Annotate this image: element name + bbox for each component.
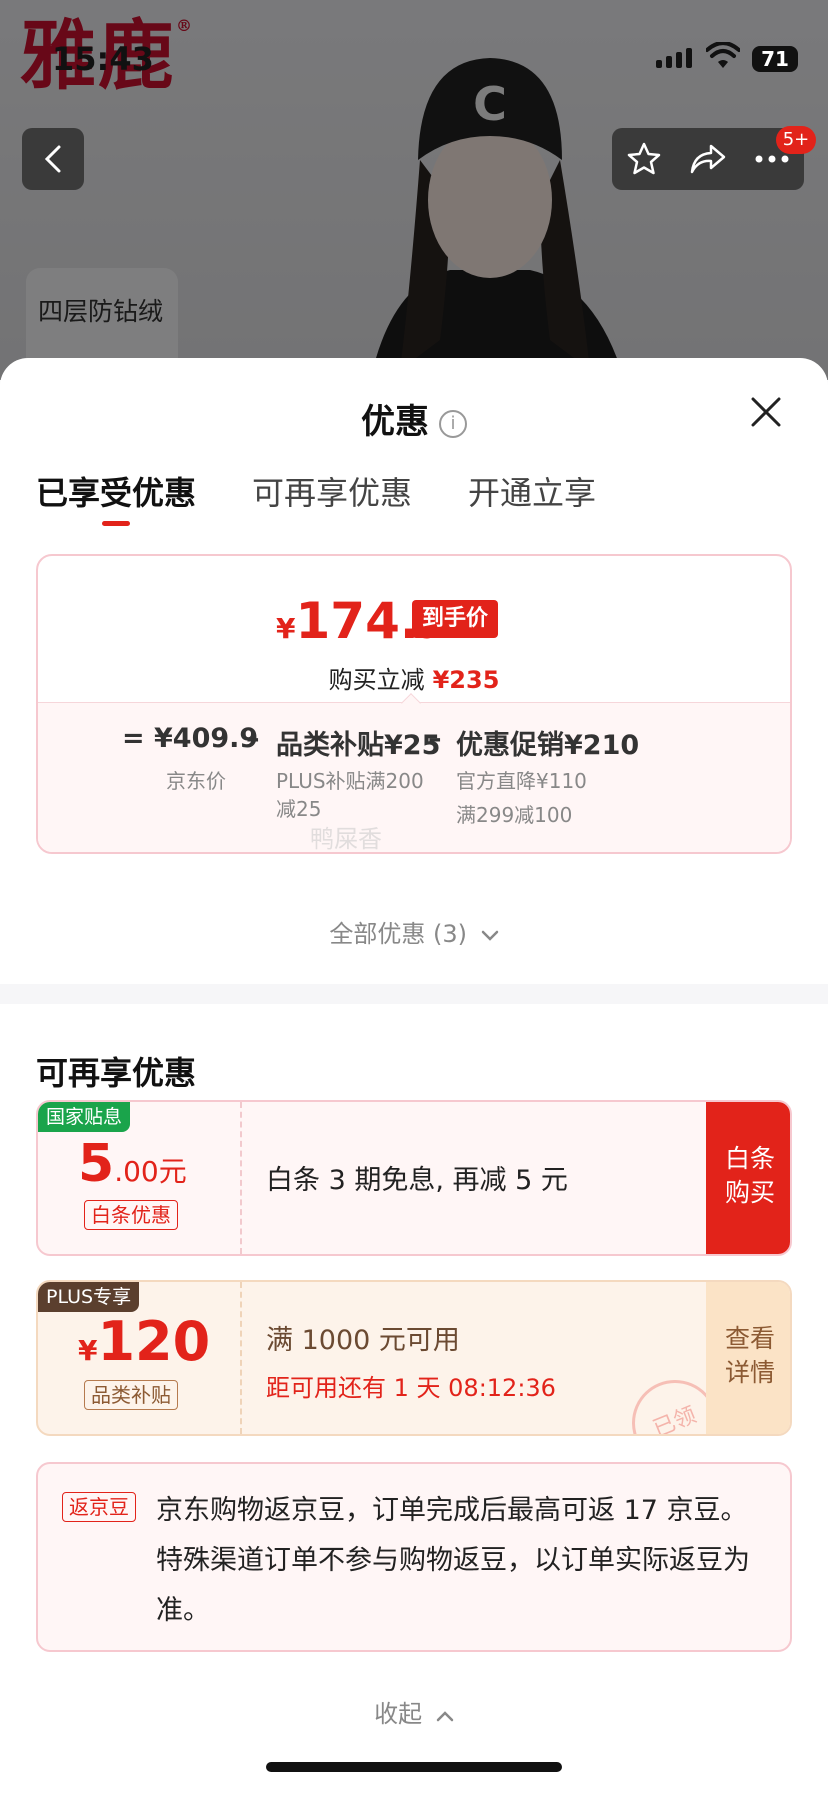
sheet-title-text: 优惠 — [361, 402, 429, 442]
tab-activate-offers[interactable]: 开通立享 — [468, 468, 596, 526]
final-price-tag: 到手价 — [412, 600, 499, 638]
offers-sheet: 优惠 i 已享受优惠 可再享优惠 开通立享 ¥174.9 到手价 购买立减¥235… — [0, 358, 828, 1793]
coupon-description: 白条 3 期免息, 再减 5 元 — [266, 1165, 568, 1196]
coupon-condition: 满 1000 元可用 — [266, 1325, 460, 1356]
chevron-left-icon — [44, 145, 61, 173]
all-offers-toggle[interactable]: 全部优惠 (3) — [0, 914, 828, 949]
coupon-corner-tag: 国家贴息 — [38, 1102, 131, 1132]
equals-sign: = — [122, 723, 145, 754]
status-bar: 15:43 71 — [0, 0, 828, 100]
coupon-corner-tag: PLUS专享 — [38, 1282, 140, 1312]
coupon-amount: ¥120 — [78, 1310, 211, 1373]
jd-bean-text: 京东购物返京豆，订单完成后最高可返 17 京豆。特殊渠道订单不参与购物返豆，以订… — [156, 1495, 750, 1626]
battery-icon: 71 — [752, 46, 798, 72]
category-subsidy: 品类补贴¥25 — [276, 730, 441, 761]
more-icon — [755, 155, 789, 163]
back-button[interactable] — [22, 128, 84, 190]
tab-more-offers[interactable]: 可再享优惠 — [252, 468, 412, 526]
star-icon — [627, 142, 661, 175]
minus-sign: – — [428, 723, 442, 754]
coupon-type-tag: 白条优惠 — [84, 1200, 178, 1230]
price-formula: = ¥409.9 – 品类补贴¥25 – 优惠促销¥210 京东价 PLUS补贴… — [38, 702, 790, 853]
coupon-card: PLUS专享 ¥120 品类补贴 满 1000 元可用 距可用还有 1 天 08… — [36, 1280, 792, 1436]
promotion-detail: 官方直降¥110 满299减100 — [456, 769, 587, 827]
chevron-up-icon — [436, 1711, 454, 1722]
home-indicator[interactable] — [266, 1762, 562, 1772]
chevron-down-icon — [481, 930, 498, 941]
close-icon[interactable] — [748, 394, 784, 430]
instant-reduction: 购买立减 ¥235 — [328, 666, 500, 694]
status-time: 15:43 — [52, 40, 154, 78]
price-breakdown-card: ¥174.9 到手价 购买立减¥235 = ¥409.9 – 品类补贴¥25 –… — [36, 554, 792, 854]
favorite-button[interactable] — [619, 134, 669, 184]
jd-bean-card: 返京豆 京东购物返京豆，订单完成后最高可返 17 京豆。特殊渠道订单不参与购物返… — [36, 1462, 792, 1652]
watermark: 鸭屎香 — [310, 825, 382, 853]
notification-badge: 5+ — [776, 126, 816, 154]
sheet-title: 优惠 i — [0, 394, 828, 443]
jd-bean-tag: 返京豆 — [62, 1492, 136, 1522]
collapse-button[interactable]: 收起 — [0, 1694, 828, 1729]
coupon-card: 国家贴息 5.00元 白条优惠 白条 3 期免息, 再减 5 元 白条 购买 — [36, 1100, 792, 1256]
share-button[interactable] — [683, 134, 733, 184]
coupon-countdown: 距可用还有 1 天 08:12:36 — [266, 1374, 556, 1402]
cell-signal-icon — [656, 48, 692, 68]
wifi-icon — [706, 42, 740, 68]
baitiao-buy-button[interactable]: 白条 购买 — [706, 1102, 790, 1254]
coupon-amount: 5.00元 — [78, 1134, 187, 1194]
share-icon — [690, 144, 726, 174]
promotion-discount: 优惠促销¥210 — [456, 730, 640, 761]
coupon-type-tag: 品类补贴 — [84, 1380, 178, 1410]
minus-sign: – — [246, 723, 260, 754]
coupon-separator — [240, 1282, 242, 1434]
tab-enjoyed-offers[interactable]: 已享受优惠 — [36, 468, 196, 526]
coupon-separator — [240, 1102, 242, 1254]
view-details-button[interactable]: 查看 详情 — [706, 1282, 790, 1434]
jd-price: ¥409.9 — [154, 723, 259, 754]
subsidy-detail: PLUS补贴满200 减25 — [276, 769, 424, 821]
offer-tabs: 已享受优惠 可再享优惠 开通立享 — [36, 468, 596, 526]
jd-price-label: 京东价 — [166, 769, 226, 793]
section-title: 可再享优惠 — [36, 1054, 197, 1092]
info-icon[interactable]: i — [439, 409, 467, 438]
section-divider — [0, 984, 828, 1004]
